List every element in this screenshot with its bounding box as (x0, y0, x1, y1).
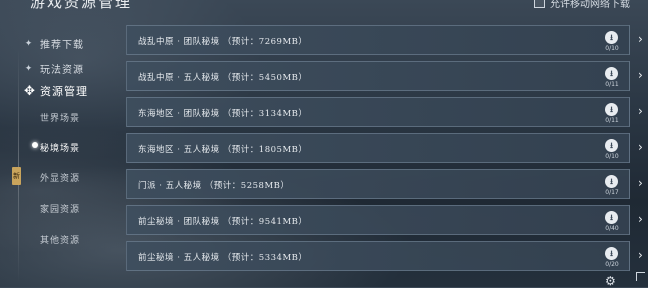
sidebar-subitem-other[interactable]: 其他资源 (40, 233, 80, 246)
list-item[interactable]: 东海地区 · 团队秘境 （预计：3134MB） ⭳ 0/11 (126, 97, 630, 127)
download-icon[interactable]: ⭳ (605, 175, 618, 188)
chevron-right-icon[interactable]: › (638, 248, 643, 262)
gear-icon[interactable]: ⚙ (605, 274, 616, 288)
download-progress: 0/40 (605, 225, 619, 232)
sidebar-item-label: 资源管理 (40, 85, 88, 98)
allow-mobile-download-label: 允许移动网络下载 (550, 0, 630, 10)
download-progress: 0/11 (605, 81, 619, 88)
active-indicator-icon (32, 142, 38, 148)
list-item-label: 东海地区 · 团队秘境 （预计：3134MB） (138, 109, 308, 119)
list-item-label: 门派 · 五人秘境 （预计：5258MB） (138, 181, 290, 191)
list-item[interactable]: 东海地区 · 五人秘境 （预计：1805MB） ⭳ 0/10 (126, 133, 630, 163)
download-progress: 0/11 (605, 117, 619, 124)
list-item-label: 前尘秘境 · 团队秘境 （预计：9541MB） (138, 217, 308, 227)
list-item-label: 前尘秘境 · 五人秘境 （预计：5334MB） (138, 253, 308, 263)
sidebar-subitem-label: 世界场景 (40, 114, 81, 124)
chevron-right-icon[interactable]: › (638, 140, 643, 154)
download-icon[interactable]: ⭳ (605, 211, 618, 224)
allow-mobile-download-checkbox[interactable] (534, 0, 545, 8)
sidebar-divider (18, 48, 19, 283)
chevron-right-icon[interactable]: › (638, 176, 643, 190)
list-item[interactable]: 门派 · 五人秘境 （预计：5258MB） ⭳ 0/17 (126, 169, 630, 199)
download-progress: 0/17 (605, 189, 619, 196)
download-progress: 0/20 (605, 261, 619, 268)
chevron-right-icon[interactable]: › (638, 32, 643, 46)
sparkle-icon: ✦ (24, 38, 34, 49)
sidebar-subitem-label: 外显资源 (40, 174, 81, 184)
download-icon[interactable]: ⭳ (605, 139, 618, 152)
download-icon[interactable]: ⭳ (605, 67, 618, 80)
list-item[interactable]: 前尘秘境 · 五人秘境 （预计：5334MB） ⭳ 0/20 (126, 241, 630, 271)
new-tag-badge: 新 (12, 167, 21, 185)
download-progress: 0/10 (605, 45, 619, 52)
sidebar-subitem-secret-realm[interactable]: 秘境场景 (40, 141, 80, 154)
sidebar-item-gameplay[interactable]: ✦ 玩法资源 (24, 61, 84, 77)
download-icon[interactable]: ⭳ (605, 247, 618, 260)
chevron-right-icon[interactable]: › (638, 104, 643, 118)
download-icon[interactable]: ⭳ (605, 103, 618, 116)
page-title: 游戏资源管理 (30, 0, 133, 11)
download-progress: 0/10 (605, 153, 619, 160)
sidebar-subitem-homeland[interactable]: 家园资源 (40, 202, 80, 215)
compass-icon: ✥ (24, 83, 36, 99)
sidebar-item-label: 玩法资源 (40, 65, 84, 76)
list-item[interactable]: 战乱中原 · 团队秘境 （预计：7269MB） ⭳ 0/10 (126, 25, 630, 55)
list-item[interactable]: 战乱中原 · 五人秘境 （预计：5450MB） ⭳ 0/11 (126, 61, 630, 91)
sidebar-subitem-label: 秘境场景 (40, 144, 81, 154)
sidebar-subitem-world-scene[interactable]: 世界场景 (40, 111, 80, 124)
list-item[interactable]: 前尘秘境 · 团队秘境 （预计：9541MB） ⭳ 0/40 (126, 205, 630, 235)
sidebar-item-resource-management[interactable]: ✥ 资源管理 (24, 83, 88, 99)
download-icon[interactable]: ⭳ (605, 31, 618, 44)
sidebar-item-label: 推荐下载 (40, 40, 84, 51)
chevron-right-icon[interactable]: › (638, 68, 643, 82)
list-item-label: 东海地区 · 五人秘境 （预计：1805MB） (138, 145, 308, 155)
sidebar-item-recommended[interactable]: ✦ 推荐下载 (24, 36, 84, 52)
sidebar-subitem-label: 其他资源 (40, 236, 81, 246)
sidebar-subitem-appearance[interactable]: 外显资源 (40, 171, 80, 184)
list-item-label: 战乱中原 · 五人秘境 （预计：5450MB） (138, 73, 308, 83)
sparkle-icon: ✦ (24, 63, 34, 74)
chevron-right-icon[interactable]: › (638, 212, 643, 226)
sidebar-subitem-label: 家园资源 (40, 205, 81, 215)
allow-mobile-download-toggle[interactable]: 允许移动网络下载 (534, 0, 630, 10)
corner-decoration (636, 272, 645, 281)
list-item-label: 战乱中原 · 团队秘境 （预计：7269MB） (138, 37, 308, 47)
